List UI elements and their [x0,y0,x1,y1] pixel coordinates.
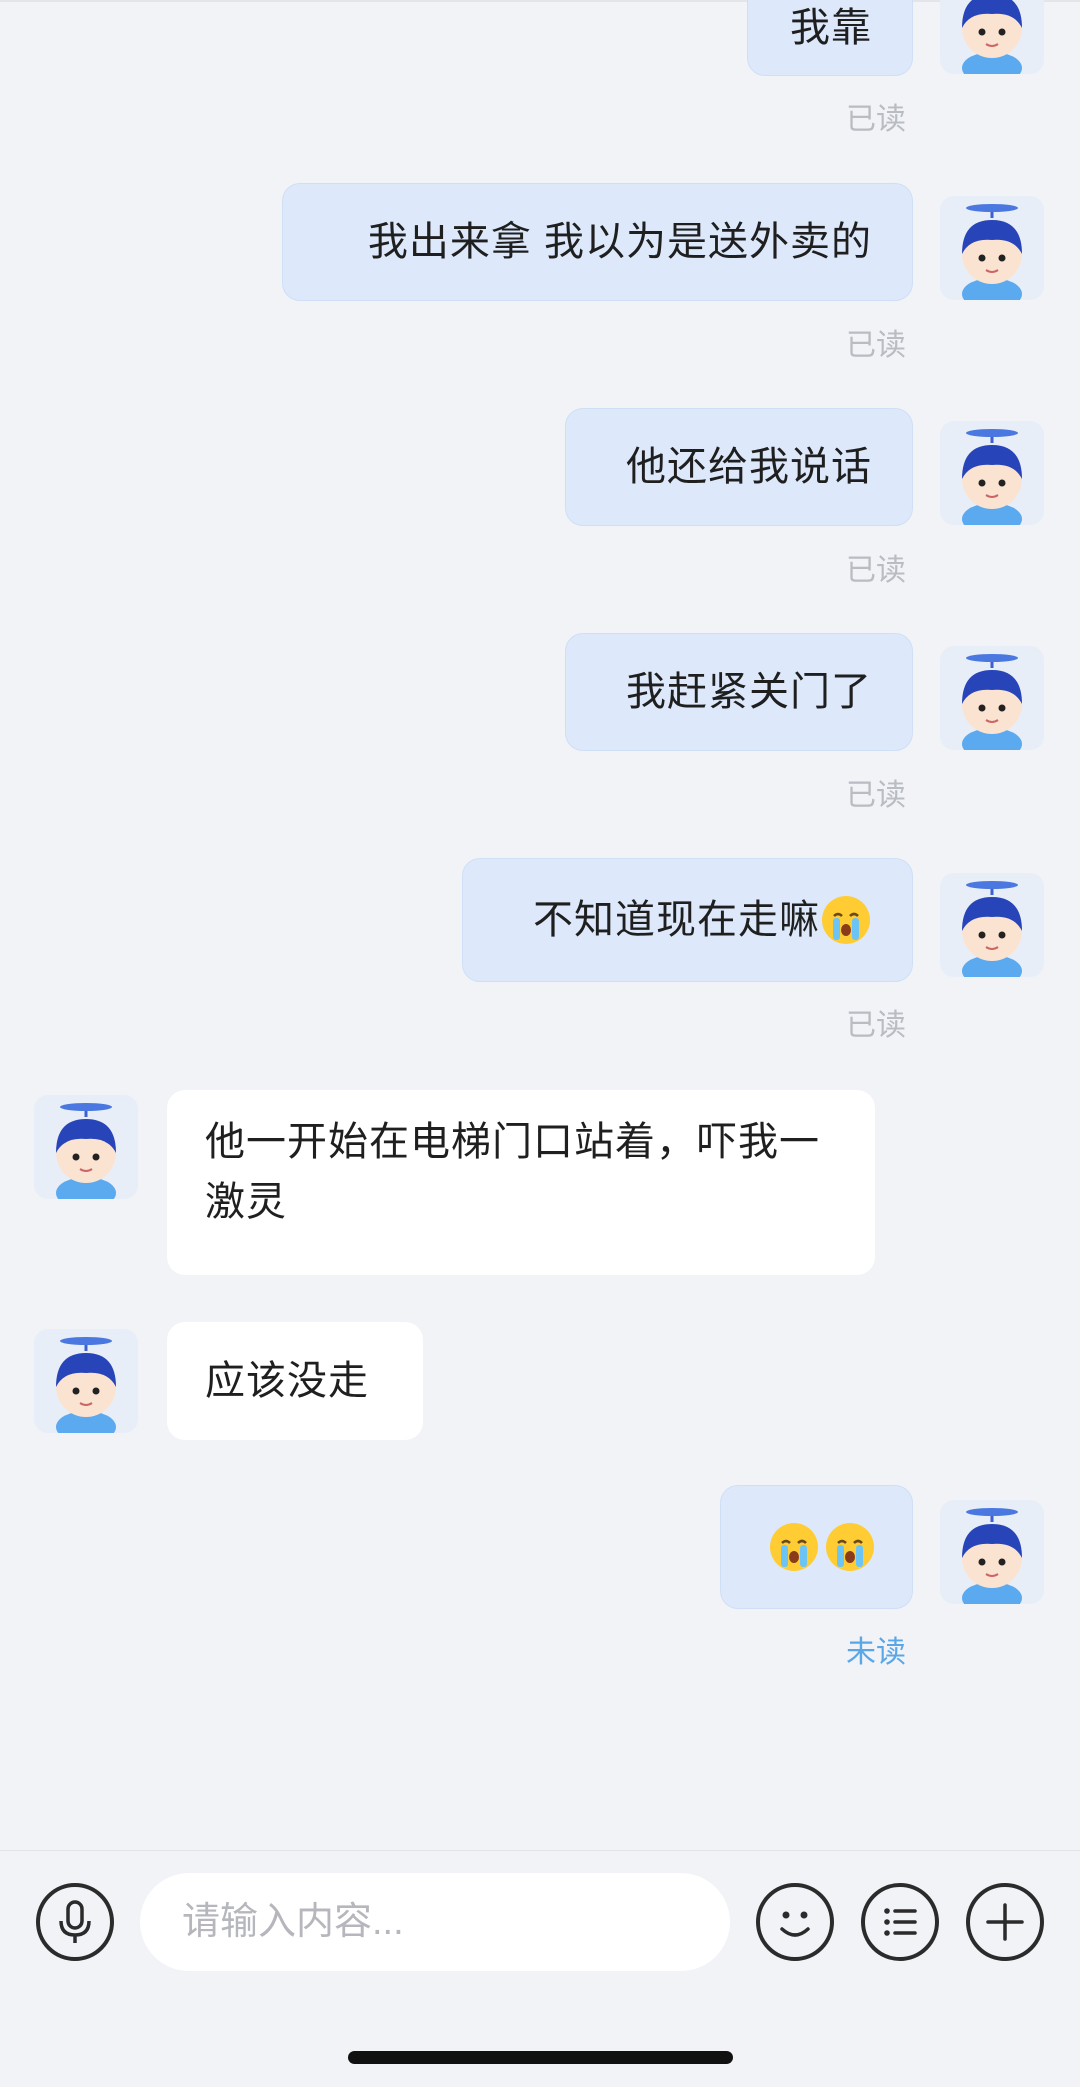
message-text: 我靠 [790,6,872,50]
message-text: 应该没走 [205,1359,369,1403]
avatar[interactable] [34,1095,138,1199]
message-text: 我赶紧关门了 [626,670,872,714]
read-status: 已读 [846,779,906,812]
message-bubble-outgoing[interactable] [720,1485,913,1609]
message-text: 他还给我说话 [626,445,872,489]
message-bubble-outgoing[interactable]: 他还给我说话 [565,408,913,526]
avatar-icon [940,1500,1044,1604]
chat-history[interactable]: 我靠 已读 我出来拿 我以为是送外卖的 已读 他还给我说话 已读 我赶紧关门了 … [0,0,1080,1850]
crying-face-emoji-icon [822,896,870,944]
microphone-icon[interactable] [36,1883,114,1961]
avatar-icon [940,646,1044,750]
message-bubble-outgoing[interactable]: 不知道现在走嘛 [462,858,913,982]
avatar[interactable] [940,873,1044,977]
avatar-icon [940,196,1044,300]
read-status: 已读 [846,554,906,587]
avatar-icon [34,1329,138,1433]
list-menu-icon[interactable] [861,1883,939,1961]
unread-status: 未读 [846,1636,906,1669]
message-bubble-outgoing[interactable]: 我靠 [747,0,913,76]
message-text: 不知道现在走嘛 [533,898,820,942]
avatar-icon [940,873,1044,977]
crying-face-emoji-icon [770,1523,818,1571]
avatar-icon [34,1095,138,1199]
read-status: 已读 [846,1009,906,1042]
avatar[interactable] [940,1500,1044,1604]
avatar[interactable] [34,1329,138,1433]
read-status: 已读 [846,103,906,136]
avatar[interactable] [940,646,1044,750]
message-bubble-incoming[interactable]: 他一开始在电梯门口站着，吓我一激灵 [167,1090,875,1275]
crying-face-emoji-icon [826,1523,874,1571]
message-text: 我出来拿 我以为是送外卖的 [367,220,872,264]
avatar-icon [940,421,1044,525]
avatar[interactable] [940,0,1044,74]
avatar[interactable] [940,196,1044,300]
home-indicator[interactable] [348,2051,733,2064]
message-bubble-outgoing[interactable]: 我出来拿 我以为是送外卖的 [282,183,913,301]
message-bubble-incoming[interactable]: 应该没走 [167,1322,423,1440]
plus-icon[interactable] [966,1883,1044,1961]
smiley-icon[interactable] [756,1883,834,1961]
message-text: 他一开始在电梯门口站着，吓我一激灵 [205,1120,820,1224]
message-bubble-outgoing[interactable]: 我赶紧关门了 [565,633,913,751]
avatar-icon [940,0,1044,74]
read-status: 已读 [846,329,906,362]
avatar[interactable] [940,421,1044,525]
message-input[interactable] [140,1873,730,1971]
